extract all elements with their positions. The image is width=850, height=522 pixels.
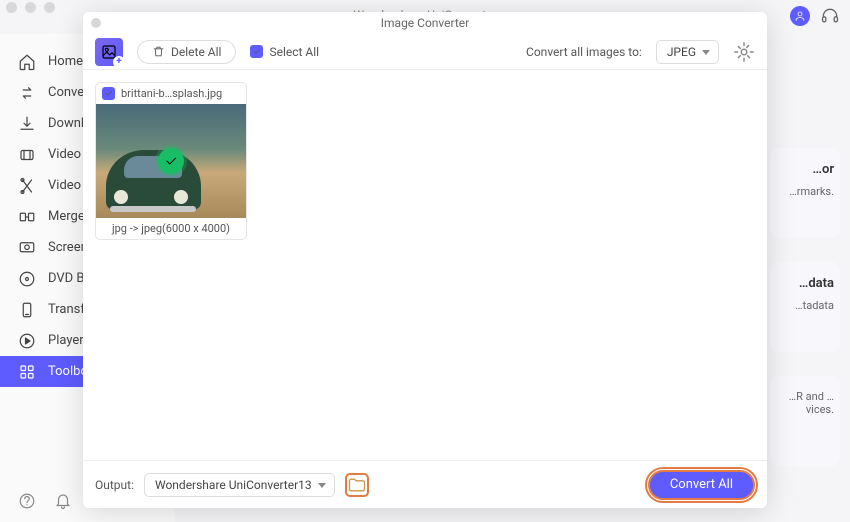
select-all-label: Select All [269, 45, 319, 59]
toolbox-icon [18, 363, 36, 381]
trash-icon [152, 45, 165, 58]
compress-icon [18, 146, 36, 164]
file-thumbnail [96, 104, 246, 218]
file-card[interactable]: brittani-b…splash.jpg jpg -> jpeg(6000 x… [95, 82, 247, 240]
bell-icon[interactable] [54, 492, 72, 510]
format-select[interactable]: JPEG [656, 40, 719, 64]
convert-to-label: Convert all images to: [526, 45, 642, 59]
recorder-icon [18, 239, 36, 257]
check-icon [164, 154, 178, 168]
dvd-icon [18, 270, 36, 288]
file-name: brittani-b…splash.jpg [121, 87, 222, 100]
player-icon [18, 332, 36, 350]
user-icon [794, 10, 806, 22]
output-label: Output: [95, 478, 134, 492]
sidebar-item-label: Player [48, 333, 84, 348]
modal-toolbar: + Delete All Select All Convert all imag… [83, 34, 767, 70]
delete-all-label: Delete All [171, 45, 221, 59]
file-checkbox[interactable] [102, 87, 115, 100]
feature-card[interactable]: …R and …vices. [770, 376, 840, 466]
open-folder-button[interactable] [345, 473, 369, 497]
output-path-select[interactable]: Wondershare UniConverter13 [144, 473, 335, 497]
convert-icon [18, 84, 36, 102]
transfer-icon [18, 301, 36, 319]
convert-all-label: Convert All [670, 477, 733, 492]
settings-button[interactable] [733, 41, 755, 63]
format-value: JPEG [667, 45, 696, 59]
modal-close-button[interactable] [91, 18, 101, 28]
download-icon [18, 115, 36, 133]
gear-icon [733, 41, 755, 63]
headset-icon[interactable] [820, 6, 840, 26]
sidebar-item-label: Home [48, 54, 83, 69]
merger-icon [18, 208, 36, 226]
select-all-checkbox[interactable]: Select All [250, 45, 319, 59]
modal-footer: Output: Wondershare UniConverter13 Conve… [83, 460, 767, 508]
output-path-value: Wondershare UniConverter13 [155, 478, 312, 492]
modal-header: Image Converter [83, 12, 767, 34]
file-status: jpg -> jpeg(6000 x 4000) [96, 218, 246, 239]
delete-all-button[interactable]: Delete All [137, 40, 236, 64]
folder-icon [347, 475, 367, 495]
home-icon [18, 53, 36, 71]
right-feature-cards: …or …rmarks. …data …tadata …R and …vices… [760, 34, 850, 476]
modal-title: Image Converter [381, 16, 470, 30]
avatar[interactable] [790, 6, 810, 26]
editor-icon [18, 177, 36, 195]
checkbox-checked-icon [250, 45, 263, 58]
file-grid: brittani-b…splash.jpg jpg -> jpeg(6000 x… [83, 70, 767, 460]
feature-card[interactable]: …data …tadata [770, 262, 840, 352]
feature-card[interactable]: …or …rmarks. [770, 148, 840, 238]
convert-all-button[interactable]: Convert All [648, 470, 755, 500]
add-file-button[interactable]: + [95, 38, 123, 66]
plus-icon: + [113, 56, 125, 68]
help-icon[interactable] [18, 492, 36, 510]
image-converter-modal: Image Converter + Delete All Select All … [83, 12, 767, 508]
success-badge [158, 148, 184, 174]
